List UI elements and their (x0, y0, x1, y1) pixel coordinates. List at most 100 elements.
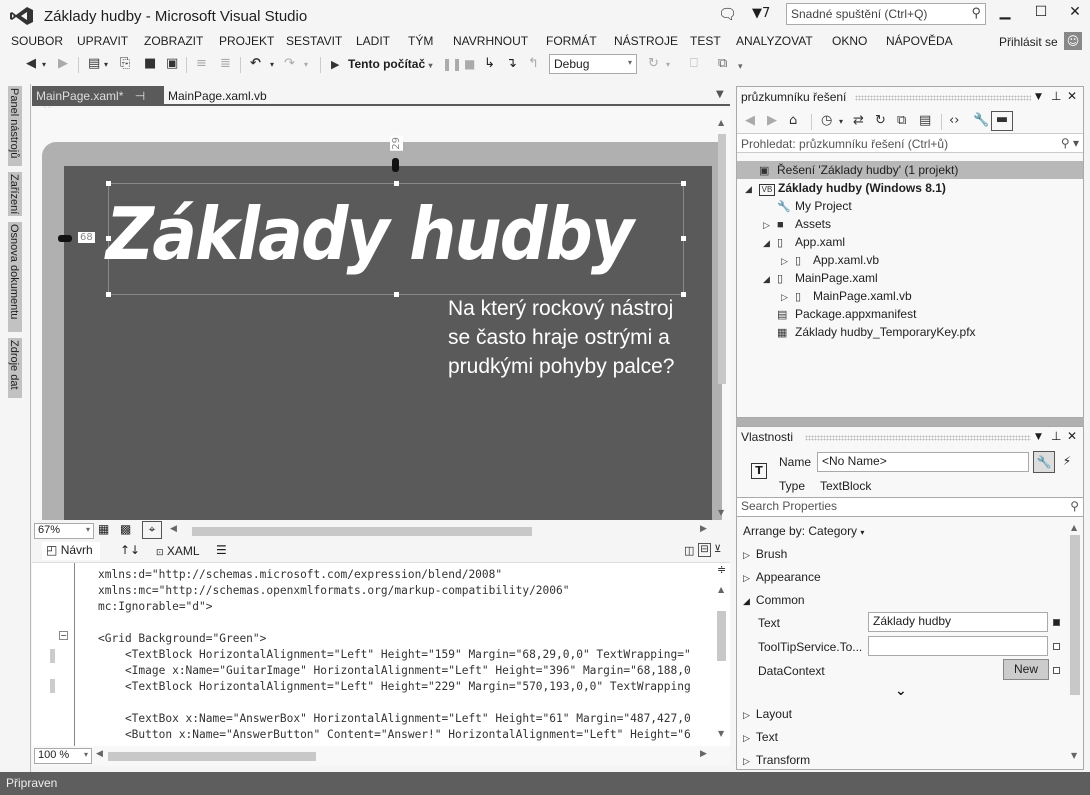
uncomment-icon[interactable]: ≣ (220, 56, 231, 71)
pin-icon[interactable]: ⊣ (135, 89, 145, 103)
save-icon[interactable]: ■ (144, 56, 156, 71)
category-common[interactable]: ◢ Common (743, 593, 805, 607)
category-text[interactable]: ▷ Text (743, 730, 778, 744)
menu-ladit[interactable]: LADIT (356, 34, 390, 48)
configuration-select[interactable]: Debug ▾ (549, 54, 637, 74)
tabs-dropdown-icon[interactable]: ▼ (716, 89, 724, 100)
redo-dropdown-icon[interactable]: ▾ (304, 60, 308, 69)
user-avatar-icon[interactable]: ☺ (1064, 32, 1082, 50)
menu-soubor[interactable]: SOUBOR (11, 34, 63, 48)
question-textblock[interactable]: Na který rockový nástroj se často hraje … (448, 294, 698, 381)
menu-tym[interactable]: TÝM (408, 34, 433, 48)
tree-item[interactable]: ◢ VB Základy hudby (Windows 8.1) (745, 179, 946, 197)
preview-selected-icon[interactable]: ▬ (991, 111, 1013, 131)
menu-zobrazit[interactable]: ZOBRAZIT (144, 34, 203, 48)
collapse-icon[interactable]: ◢ (763, 234, 777, 252)
new-datacontext-button[interactable]: New (1003, 659, 1049, 680)
scroll-left-icon[interactable]: ◀ (170, 524, 177, 534)
properties-icon[interactable]: 🔧 (973, 113, 989, 128)
find-in-files-icon[interactable]: ⧉ (718, 56, 727, 71)
xaml-designer[interactable]: Základy hudby Na který rockový nástroj s… (32, 108, 730, 520)
resize-handle[interactable] (106, 292, 111, 297)
home-icon[interactable]: ⌂ (789, 113, 797, 128)
scroll-right-icon[interactable]: ▶ (700, 749, 707, 759)
events-tab-icon[interactable]: ⚡ (1057, 451, 1077, 473)
expand-icon[interactable]: ▷ (763, 216, 777, 234)
maximize-button[interactable]: ☐ (1026, 4, 1056, 26)
tab-design[interactable]: ◰ Návrh (42, 542, 100, 560)
resize-handle[interactable] (681, 236, 686, 241)
open-file-icon[interactable]: ⎘ (120, 56, 130, 71)
menu-format[interactable]: FORMÁT (546, 34, 597, 48)
step-over-icon[interactable]: ↳ (484, 56, 495, 71)
step-into-icon[interactable]: ↴ (506, 56, 517, 71)
pause-icon[interactable]: ❚❚ (442, 57, 462, 71)
scroll-left-icon[interactable]: ◀ (96, 749, 103, 759)
code-vertical-scrollbar[interactable]: ≑ ▲ ▼ (714, 563, 730, 747)
scroll-thumb[interactable] (718, 134, 726, 384)
pending-changes-icon[interactable]: ◷ (821, 113, 832, 128)
undo-dropdown-icon[interactable]: ▾ (270, 60, 274, 69)
collapse-all-icon[interactable]: ⧉ (897, 113, 906, 128)
horizontal-split-icon[interactable]: ⊟ (698, 543, 711, 557)
tab-xaml[interactable]: ⊡ XAML (156, 544, 200, 558)
local-value-marker[interactable] (1053, 619, 1060, 626)
view-code-icon[interactable]: ‹› (949, 113, 959, 128)
feedback-icon[interactable]: 🗨 (718, 5, 737, 23)
device-icon[interactable]: ⎕ (690, 56, 698, 71)
save-all-icon[interactable]: ▣ (166, 56, 178, 71)
default-value-marker[interactable] (1053, 667, 1060, 674)
forward-icon[interactable]: ▶ (767, 113, 777, 128)
menu-sestavit[interactable]: SESTAVIT (286, 34, 342, 48)
tree-item[interactable]: ▷ ▯ App.xaml.vb (781, 251, 879, 269)
new-project-icon[interactable]: ▤ (88, 56, 100, 71)
expand-icon[interactable]: ▷ (781, 252, 795, 270)
arrange-by-dropdown[interactable]: Arrange by: Category ▾ (743, 524, 864, 538)
sync-icon[interactable]: ⇄ (853, 113, 864, 128)
refresh-icon[interactable]: ↻ (648, 56, 659, 71)
tree-item[interactable]: ▣ Řešení 'Základy hudby' (1 projekt) (745, 161, 958, 179)
panel-menu-icon[interactable]: ▼ (1035, 92, 1042, 102)
back-dropdown-icon[interactable]: ▾ (42, 60, 46, 69)
heading-textblock[interactable]: Základy hudby (106, 192, 634, 276)
resize-handle[interactable] (394, 292, 399, 297)
tree-item[interactable]: ▷ ■ Assets (763, 215, 831, 233)
start-debugging-icon[interactable]: ▶ (331, 58, 339, 71)
sign-in-link[interactable]: Přihlásit se (999, 35, 1058, 49)
snap-grid-icon[interactable]: ▩ (120, 522, 131, 536)
side-tab-toolbox[interactable]: Panel nástrojů (8, 86, 22, 166)
name-input[interactable]: <No Name> (817, 452, 1029, 472)
menu-analyzovat[interactable]: ANALYZOVAT (736, 34, 813, 48)
resize-handle[interactable] (106, 181, 111, 186)
refresh-icon[interactable]: ↻ (875, 113, 886, 128)
scroll-up-icon[interactable]: ▲ (1071, 523, 1077, 532)
stop-icon[interactable]: ■ (464, 57, 475, 71)
new-dropdown-icon[interactable]: ▾ (104, 60, 108, 69)
quick-launch-input[interactable]: Snadné spuštění (Ctrl+Q) ⚲ (786, 3, 986, 25)
show-all-files-icon[interactable]: ▤ (919, 113, 931, 128)
properties-scrollbar[interactable] (1070, 535, 1080, 695)
panel-splitter[interactable] (736, 418, 1084, 426)
panel-grip[interactable] (805, 435, 1031, 441)
search-properties-input[interactable]: Search Properties ⚲ (737, 497, 1083, 517)
collapse-icon[interactable]: ◢ (763, 270, 777, 288)
side-tab-data-sources[interactable]: Zdroje dat (8, 338, 22, 398)
tooltip-property-input[interactable] (868, 636, 1048, 656)
category-brush[interactable]: ▷ Brush (743, 547, 787, 561)
pin-icon[interactable]: ⊥ (1051, 429, 1061, 443)
undo-icon[interactable]: ↶ (250, 56, 261, 71)
navigate-forward-icon[interactable]: ▶ (58, 56, 68, 71)
vertical-split-icon[interactable]: ◫ (684, 544, 694, 557)
expand-icon[interactable]: ▷ (781, 288, 795, 306)
step-out-icon[interactable]: ↰ (528, 56, 539, 71)
dropdown-icon[interactable]: ▾ (839, 117, 843, 126)
tab-mainpage-xaml-vb[interactable]: MainPage.xaml.vb (168, 89, 267, 103)
menu-upravit[interactable]: UPRAVIT (77, 34, 128, 48)
menu-okno[interactable]: OKNO (832, 34, 867, 48)
category-appearance[interactable]: ▷ Appearance (743, 570, 821, 584)
panel-menu-icon[interactable]: ▼ (1035, 432, 1042, 442)
resize-handle[interactable] (681, 181, 686, 186)
close-panel-icon[interactable]: ✕ (1067, 89, 1077, 103)
margin-link-icon[interactable] (392, 158, 399, 172)
properties-tab-icon[interactable]: 🔧 (1033, 451, 1055, 473)
